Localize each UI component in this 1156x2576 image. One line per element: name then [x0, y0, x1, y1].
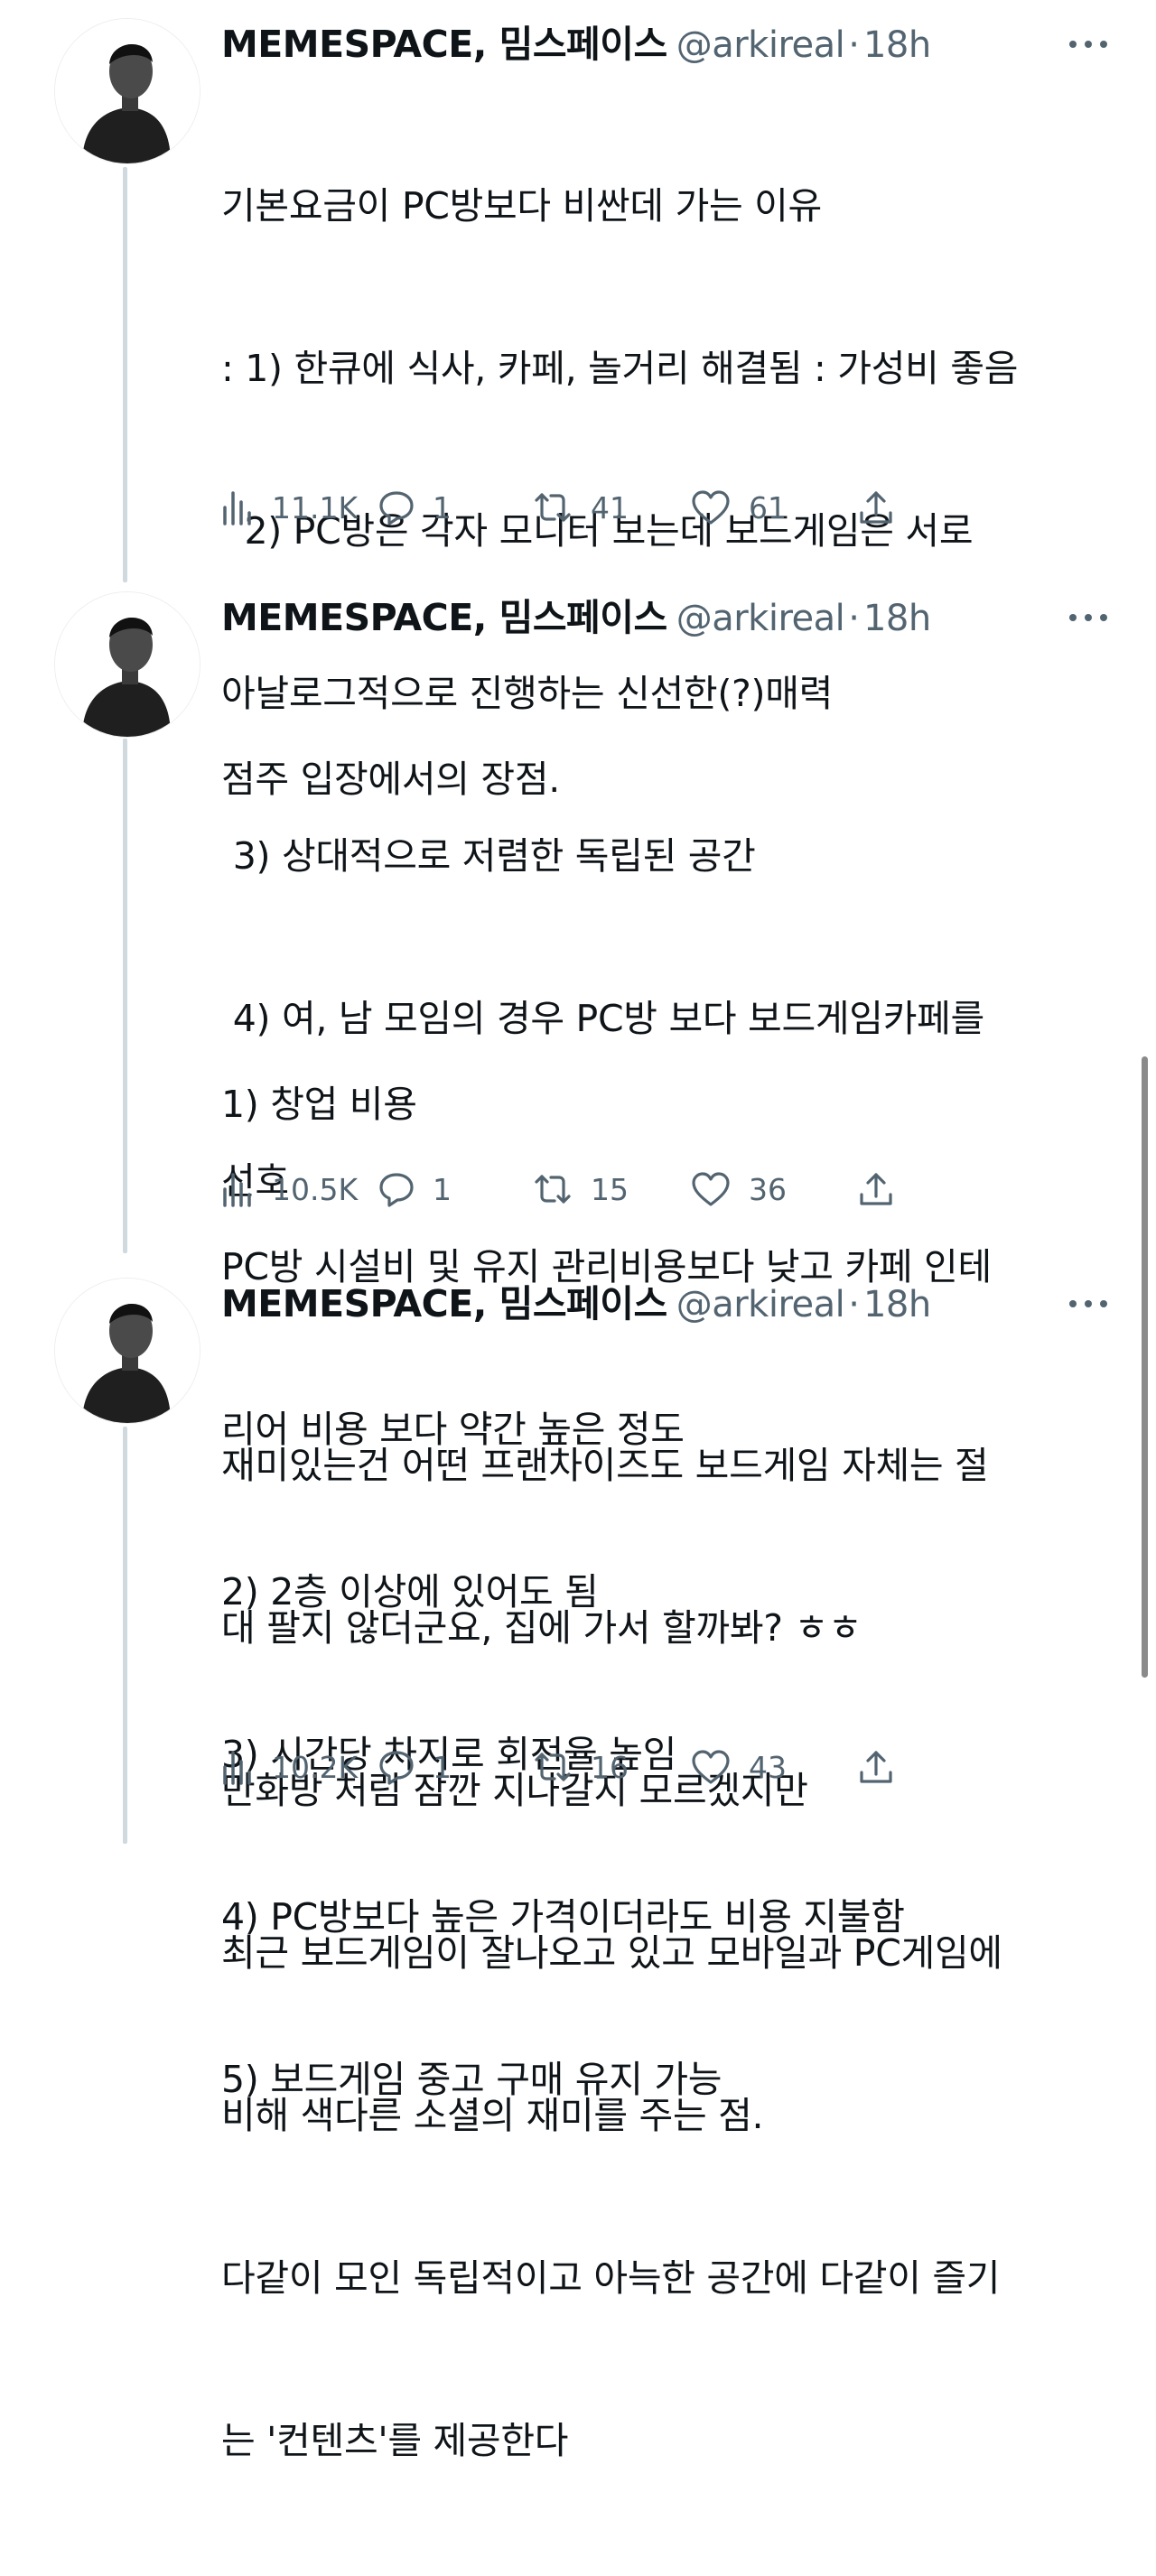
user-handle[interactable]: @arkireal	[676, 24, 845, 66]
tweet-text: 재미있는건 어떤 프랜차이즈도 보드게임 자체는 절 대 팔지 않더군요, 집에…	[221, 1330, 1120, 2576]
reply-button[interactable]: 1	[378, 1740, 452, 1794]
speech-bubble-icon	[378, 489, 415, 525]
user-handle[interactable]: @arkireal	[676, 1284, 845, 1325]
share-button[interactable]	[858, 1162, 894, 1216]
thread-line	[123, 1427, 127, 1844]
retweet-arrows-icon	[533, 1171, 573, 1207]
speech-bubble-icon	[378, 1749, 415, 1785]
timestamp[interactable]: 18h	[863, 598, 931, 639]
heart-icon	[691, 489, 731, 525]
thread-line	[123, 167, 127, 582]
retweet-arrows-icon	[533, 489, 573, 525]
views-count: 10.5K	[272, 1171, 359, 1207]
retweet-count: 15	[591, 1171, 629, 1207]
separator-dot: ·	[848, 598, 860, 639]
tweet-line: 1) 창업 비용	[221, 1083, 417, 1126]
retweet-arrows-icon	[533, 1749, 573, 1785]
display-name[interactable]: MEMESPACE, 밈스페이스	[221, 1282, 667, 1325]
tweet-line: 다같이 모인 독립적이고 아늑한 공간에 다같이 즐기	[221, 2256, 1001, 2300]
retweet-button[interactable]: 41	[533, 480, 629, 535]
avatar[interactable]	[54, 18, 200, 164]
tweet-actions: 11.1K 1 41 61	[221, 480, 1097, 535]
separator-dot: ·	[848, 24, 860, 66]
tweet-line: 점주 입장에서의 장점.	[221, 758, 560, 801]
tweet-header: MEMESPACE, 밈스페이스 @arkireal · 18h	[221, 591, 1120, 644]
retweet-button[interactable]: 15	[533, 1162, 629, 1216]
views-button[interactable]: 10.5K	[221, 1162, 358, 1216]
more-dots-icon[interactable]	[1057, 1278, 1120, 1330]
bar-chart-icon	[221, 1171, 254, 1207]
tweet-line: 는 '컨텐츠'를 제공한다	[221, 2419, 569, 2462]
display-name[interactable]: MEMESPACE, 밈스페이스	[221, 23, 667, 66]
reply-count: 1	[433, 489, 452, 525]
share-upload-icon	[858, 489, 894, 525]
heart-icon	[691, 1749, 731, 1785]
views-button[interactable]: 10.2K	[221, 1740, 358, 1794]
views-count: 10.2K	[272, 1749, 359, 1785]
heart-icon	[691, 1171, 731, 1207]
share-upload-icon	[858, 1171, 894, 1207]
reply-button[interactable]: 1	[378, 480, 452, 535]
timestamp[interactable]: 18h	[863, 1284, 931, 1325]
scrollbar[interactable]	[1142, 1056, 1148, 1678]
tweet-content: MEMESPACE, 밈스페이스 @arkireal · 18h 재미있는건 어떤 프…	[221, 1278, 1120, 2576]
like-button[interactable]: 61	[691, 480, 787, 535]
speech-bubble-icon	[378, 1171, 415, 1207]
tweet-header: MEMESPACE, 밈스페이스 @arkireal · 18h	[221, 1278, 1120, 1330]
retweet-button[interactable]: 16	[533, 1740, 629, 1794]
like-button[interactable]: 43	[691, 1740, 787, 1794]
like-count: 61	[749, 489, 787, 525]
tweet-line: 비해 색다른 소셜의 재미를 주는 점.	[221, 2094, 764, 2137]
share-button[interactable]	[858, 1740, 894, 1794]
share-upload-icon	[858, 1749, 894, 1785]
timestamp[interactable]: 18h	[863, 24, 931, 66]
tweet-actions: 10.5K 1 15 36	[221, 1162, 1097, 1216]
avatar[interactable]	[54, 591, 200, 738]
bar-chart-icon	[221, 489, 254, 525]
reply-button[interactable]: 1	[378, 1162, 452, 1216]
share-button[interactable]	[858, 480, 894, 535]
tweet-actions: 10.2K 1 16 43	[221, 1740, 1097, 1794]
user-handle[interactable]: @arkireal	[676, 598, 845, 639]
retweet-count: 41	[591, 489, 629, 525]
like-count: 36	[749, 1171, 787, 1207]
tweet-line: : 1) 한큐에 식사, 카페, 놀거리 해결됨 : 가성비 좋음	[221, 347, 1019, 390]
like-count: 43	[749, 1749, 787, 1785]
bar-chart-icon	[221, 1749, 254, 1785]
separator-dot: ·	[848, 1284, 860, 1325]
thread-line	[123, 739, 127, 1253]
more-dots-icon[interactable]	[1057, 591, 1120, 644]
reply-count: 1	[433, 1171, 452, 1207]
tweet-header: MEMESPACE, 밈스페이스 @arkireal · 18h	[221, 18, 1120, 70]
reply-count: 1	[433, 1749, 452, 1785]
avatar[interactable]	[54, 1278, 200, 1424]
tweet-line: 대 팔지 않더군요, 집에 가서 할까봐? ㅎㅎ	[221, 1606, 862, 1650]
retweet-count: 16	[591, 1749, 629, 1785]
views-button[interactable]: 11.1K	[221, 480, 358, 535]
like-button[interactable]: 36	[691, 1162, 787, 1216]
tweet-line: 재미있는건 어떤 프랜차이즈도 보드게임 자체는 절	[221, 1444, 989, 1487]
more-dots-icon[interactable]	[1057, 18, 1120, 70]
tweet-line: 최근 보드게임이 잘나오고 있고 모바일과 PC게임에	[221, 1931, 1002, 1975]
tweet-line: 기본요금이 PC방보다 비싼데 가는 이유	[221, 184, 822, 228]
tweet-line	[221, 915, 1120, 969]
views-count: 11.1K	[272, 489, 359, 525]
display-name[interactable]: MEMESPACE, 밈스페이스	[221, 596, 667, 639]
